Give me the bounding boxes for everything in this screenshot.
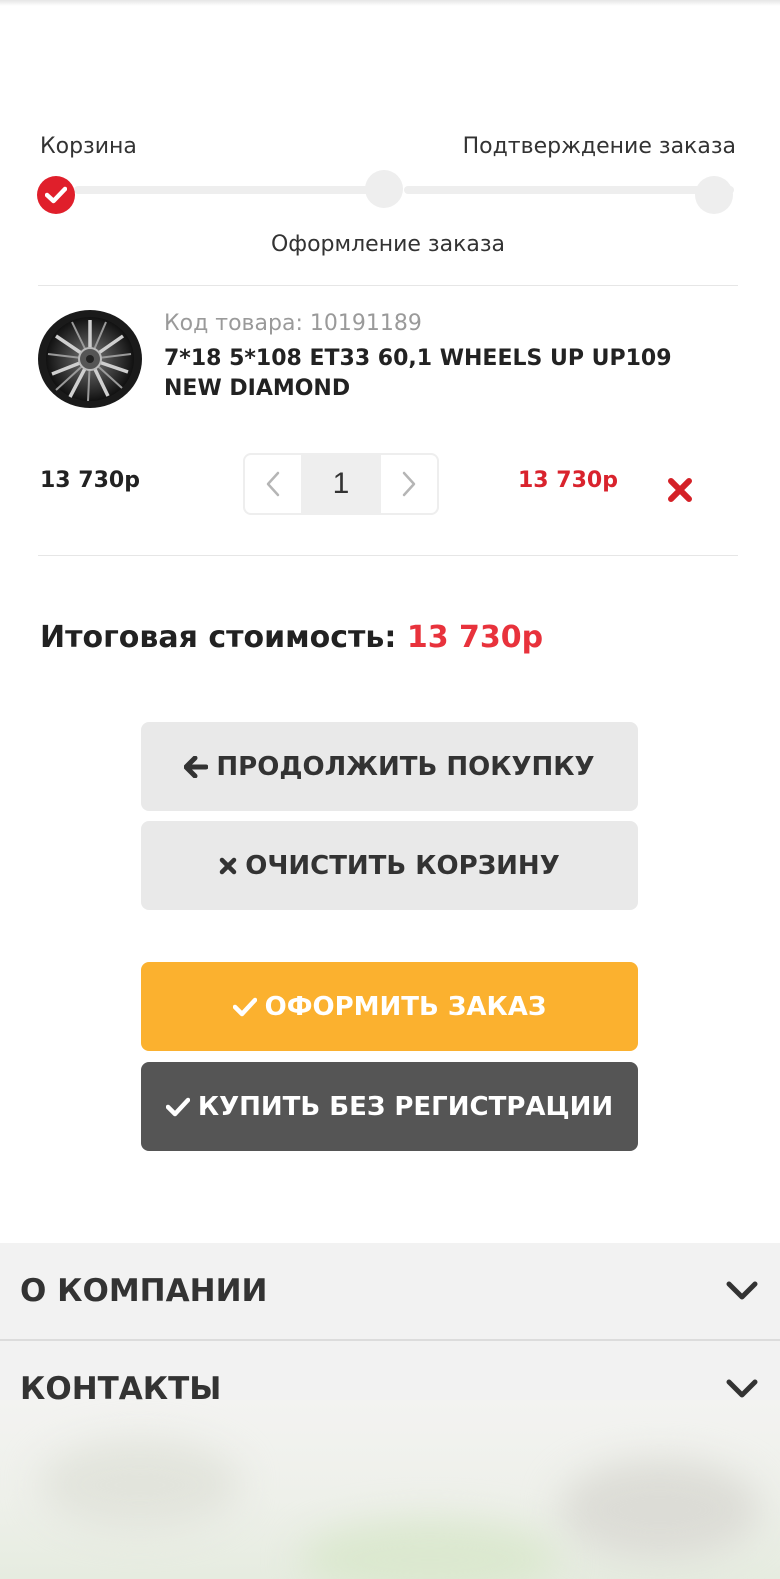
chevron-down-icon: [726, 1379, 758, 1398]
product-code-value: 10191189: [309, 311, 422, 336]
divider: [38, 285, 738, 286]
step-checkout-label: Оформление заказа: [270, 232, 506, 257]
unit-price: 13 730р: [40, 468, 140, 493]
product-code: Код товара: 10191189: [164, 311, 422, 336]
chevron-left-icon: [266, 471, 280, 497]
step-confirmation-label: Подтверждение заказа: [462, 134, 736, 159]
divider: [38, 555, 738, 556]
step-track-1: [74, 186, 398, 194]
bg-blob: [300, 1520, 560, 1579]
footer-contacts-toggle[interactable]: КОНТАКТЫ: [0, 1341, 780, 1437]
times-icon: [219, 857, 237, 874]
buy-without-registration-button[interactable]: КУПИТЬ БЕЗ РЕГИСТРАЦИИ: [141, 1062, 638, 1151]
footer-contacts-title: КОНТАКТЫ: [20, 1371, 222, 1407]
chevron-down-icon: [726, 1281, 758, 1300]
footer-about-toggle[interactable]: О КОМПАНИИ: [0, 1243, 780, 1339]
product-name-link[interactable]: 7*18 5*108 ET33 60,1 WHEELS UP UP109 NEW…: [164, 344, 724, 404]
step-dot-confirmation: [695, 176, 733, 214]
product-image[interactable]: [36, 308, 144, 410]
step-cart-label[interactable]: Корзина: [40, 134, 137, 159]
close-x-icon: [668, 478, 692, 502]
check-icon: [165, 1097, 190, 1116]
continue-shopping-label: ПРОДОЛЖИТЬ ПОКУПКУ: [216, 751, 595, 782]
quantity-input[interactable]: 1: [301, 455, 381, 513]
quantity-stepper: 1: [243, 453, 439, 515]
check-circle-icon: [37, 176, 75, 214]
line-total-price: 13 730р: [518, 468, 618, 493]
checkout-label: ОФОРМИТЬ ЗАКАЗ: [264, 991, 547, 1022]
header-shadow: [0, 0, 780, 6]
bg-blob: [40, 1440, 240, 1530]
order-total: Итоговая стоимость: 13 730р: [40, 620, 543, 655]
checkout-steps: Корзина Подтверждение заказа Оформление …: [37, 130, 738, 270]
remove-item-button[interactable]: [666, 476, 694, 504]
step-track-2: [404, 186, 734, 194]
order-total-label: Итоговая стоимость:: [40, 620, 397, 655]
step-dot-checkout: [365, 170, 403, 208]
product-code-label: Код товара:: [164, 311, 303, 336]
order-total-amount: 13 730р: [406, 620, 544, 655]
clear-cart-label: ОЧИСТИТЬ КОРЗИНУ: [245, 850, 560, 881]
checkout-button[interactable]: ОФОРМИТЬ ЗАКАЗ: [141, 962, 638, 1051]
clear-cart-button[interactable]: ОЧИСТИТЬ КОРЗИНУ: [141, 821, 638, 910]
quantity-increase-button[interactable]: [381, 455, 437, 513]
buy-without-registration-label: КУПИТЬ БЕЗ РЕГИСТРАЦИИ: [197, 1091, 614, 1122]
arrow-left-icon: [184, 755, 209, 778]
footer-about-title: О КОМПАНИИ: [20, 1273, 268, 1309]
quantity-decrease-button[interactable]: [245, 455, 301, 513]
continue-shopping-button[interactable]: ПРОДОЛЖИТЬ ПОКУПКУ: [141, 722, 638, 811]
check-icon: [232, 997, 257, 1016]
chevron-right-icon: [402, 471, 416, 497]
bg-blob: [560, 1460, 760, 1560]
